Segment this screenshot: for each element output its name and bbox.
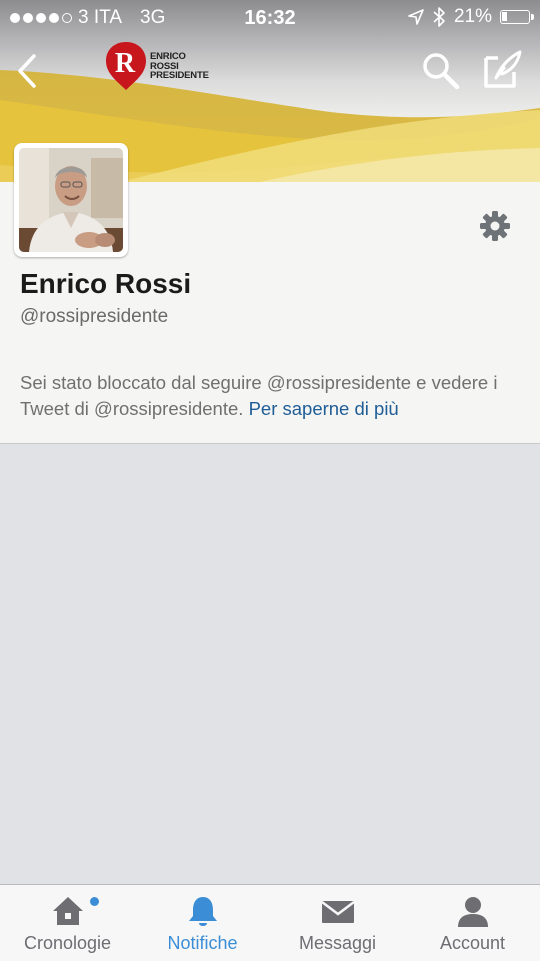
- envelope-icon: [320, 901, 355, 923]
- location-icon: [408, 9, 424, 25]
- tab-label: Cronologie: [23, 933, 112, 953]
- tab-messaggi[interactable]: Messaggi: [270, 885, 405, 961]
- logo-line-3: PRESIDENTE: [150, 70, 209, 81]
- blocked-notice: Sei stato bloccato dal seguire @rossipre…: [0, 350, 540, 444]
- chevron-left-icon: [18, 54, 36, 88]
- new-content-badge: [90, 897, 99, 906]
- logo-letter: R: [115, 48, 136, 79]
- battery-percent: 21%: [453, 6, 492, 27]
- bluetooth-icon: [433, 7, 445, 27]
- compose-tweet-button[interactable]: [482, 48, 524, 92]
- bell-icon: [188, 897, 217, 926]
- tab-bar: Cronologie Notifiche Messaggi Account: [0, 884, 540, 961]
- battery-icon: [500, 10, 534, 24]
- tab-account[interactable]: Account: [405, 885, 540, 961]
- avatar-image: [19, 148, 123, 252]
- profile-name: Enrico Rossi: [20, 268, 192, 299]
- search-button[interactable]: [420, 50, 462, 92]
- header-logo: R ENRICO ROSSI PRESIDENTE: [104, 40, 224, 92]
- profile-handle: @rossipresidente: [20, 306, 169, 327]
- avatar[interactable]: [14, 143, 128, 257]
- tab-label: Messaggi: [298, 933, 377, 953]
- gear-icon: [480, 211, 510, 241]
- compose-icon: [484, 50, 522, 88]
- tab-notifiche[interactable]: Notifiche: [135, 885, 270, 961]
- back-button[interactable]: [12, 52, 44, 90]
- learn-more-link[interactable]: Per saperne di più: [249, 398, 399, 419]
- logo-mark-icon: R: [106, 42, 146, 90]
- home-icon: [52, 897, 83, 925]
- status-bar: 3 ITA 3G 16:32 21%: [0, 0, 540, 36]
- person-icon: [457, 897, 488, 927]
- tab-cronologie[interactable]: Cronologie: [0, 885, 135, 961]
- search-icon: [423, 53, 460, 90]
- settings-button[interactable]: [478, 209, 512, 243]
- tab-label: Notifiche: [167, 933, 238, 953]
- tab-label: Account: [439, 933, 506, 953]
